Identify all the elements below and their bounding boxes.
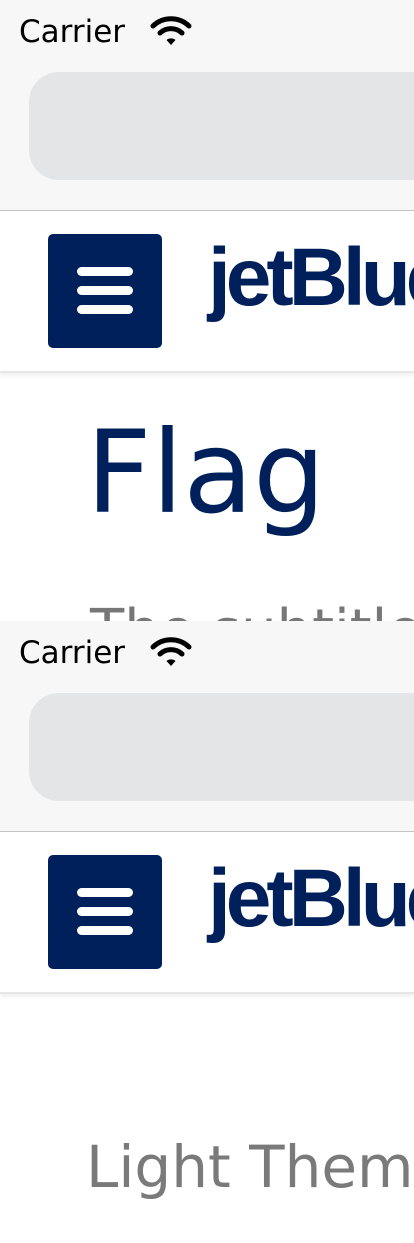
subtitle-text: The subtitle [90,596,414,621]
carrier-label: Carrier [19,14,126,50]
section-heading: Light Theme [86,1133,414,1201]
jetblue-logo[interactable]: jetBlue [208,844,414,954]
wifi-icon [150,637,192,666]
page-heading: Flag [86,406,326,539]
url-bar[interactable] [29,72,414,180]
browser-url-area [0,683,414,832]
screenshot-bottom: Carrier jetBlue Light Theme [0,621,414,1243]
menu-button[interactable] [48,234,162,348]
carrier-label: Carrier [19,635,126,671]
status-bar: Carrier [0,0,414,62]
app-header: jetBlue [0,832,414,994]
wifi-icon [150,16,192,45]
app-header: jetBlue [0,211,414,373]
menu-button[interactable] [48,855,162,969]
url-bar[interactable] [29,693,414,801]
browser-url-area [0,62,414,211]
screenshot-top: Carrier jetBlue Flag The subtitle [0,0,414,621]
status-bar: Carrier [0,621,414,683]
jetblue-logo[interactable]: jetBlue [208,223,414,333]
